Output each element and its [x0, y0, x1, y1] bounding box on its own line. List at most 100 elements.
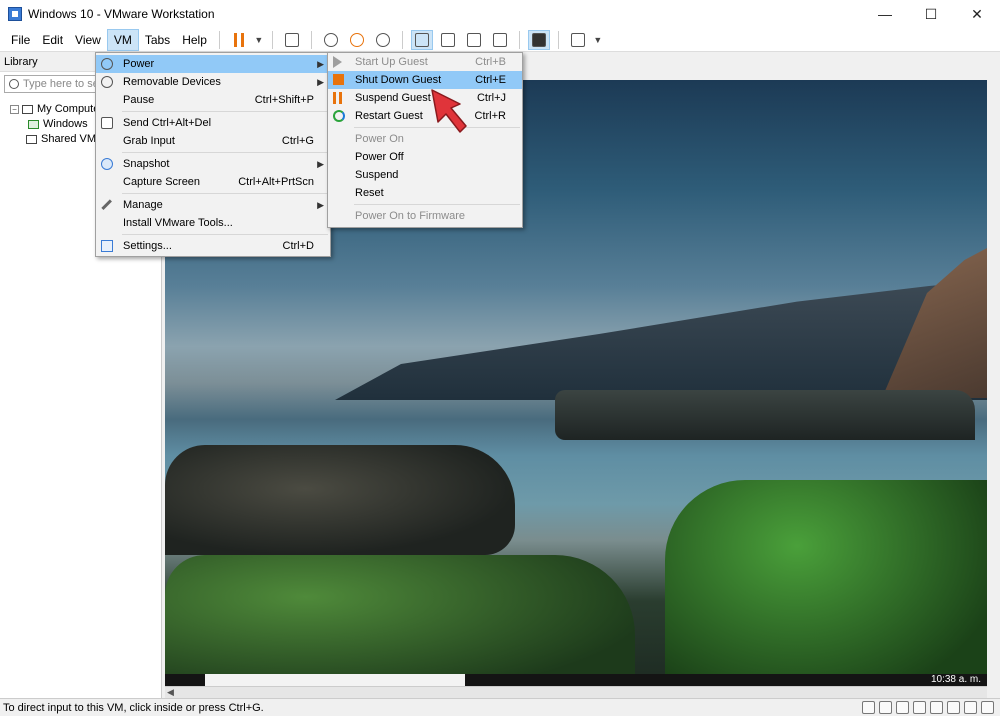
usb-icon[interactable]: [913, 701, 926, 714]
shortcut-label: Ctrl+R: [474, 110, 506, 122]
fullscreen-toolbar-button[interactable]: [463, 30, 485, 50]
menu-separator: [354, 204, 520, 205]
vm-menu-install-tools[interactable]: Install VMware Tools...: [96, 214, 330, 232]
revert-snapshot-toolbar-button[interactable]: [346, 30, 368, 50]
vm-menu-snapshot-label: Snapshot: [123, 158, 170, 170]
window-title: Windows 10 - VMware Workstation: [28, 7, 215, 21]
unity-toolbar-button[interactable]: [489, 30, 511, 50]
hard-disk-icon[interactable]: [862, 701, 875, 714]
vm-menu-capture-screen-label: Capture Screen: [123, 176, 201, 188]
power-menu-reset-label: Reset: [355, 187, 384, 199]
library-search-placeholder: Type here to se: [23, 78, 99, 90]
collapse-icon[interactable]: −: [10, 105, 19, 114]
suspend-toolbar-button[interactable]: [228, 30, 250, 50]
revert-icon: [349, 32, 364, 47]
power-menu-suspend-guest[interactable]: Suspend Guest Ctrl+J: [328, 89, 522, 107]
tree-label-windows-vm: Windows: [43, 118, 88, 130]
power-icon: [101, 58, 113, 70]
shortcut-label: Ctrl+E: [475, 74, 506, 86]
menu-help[interactable]: Help: [176, 29, 213, 51]
console-view-toolbar-button[interactable]: [527, 29, 550, 50]
menu-separator: [122, 193, 328, 194]
keyboard-icon: [284, 32, 299, 47]
toolbar-separator: [310, 30, 312, 49]
vm-menu-removable-devices-label: Removable Devices: [123, 76, 221, 88]
vm-menu-grab-input[interactable]: Grab Input Ctrl+G: [96, 132, 330, 150]
vmware-app-icon: [8, 7, 22, 21]
power-menu-shut-down-guest-label: Shut Down Guest: [355, 74, 442, 86]
network-icon[interactable]: [896, 701, 909, 714]
wallpaper-rock: [165, 445, 515, 555]
toolbar-separator: [271, 30, 273, 49]
power-submenu: Start Up Guest Ctrl+B Shut Down Guest Ct…: [327, 52, 523, 228]
menu-file[interactable]: File: [5, 29, 36, 51]
vm-menu-pause[interactable]: Pause Ctrl+Shift+P: [96, 91, 330, 109]
power-menu-start-up-guest[interactable]: Start Up Guest Ctrl+B: [328, 53, 522, 71]
scroll-left-icon[interactable]: ◀: [167, 687, 174, 698]
stop-icon: [333, 74, 344, 85]
vm-menu-send-cad-label: Send Ctrl+Alt+Del: [123, 117, 212, 129]
computer-icon: [22, 105, 33, 114]
stretch-dropdown-chevron-icon[interactable]: ▼: [593, 30, 603, 50]
power-menu-reset[interactable]: Reset: [328, 184, 522, 202]
guest-clock: 10:38 a. m.: [930, 674, 981, 685]
menu-bar: File Edit View VM Tabs Help ▼ ▼: [0, 28, 1000, 52]
cd-drive-icon[interactable]: [879, 701, 892, 714]
vm-menu: Power ▶ Removable Devices ▶ Pause Ctrl+S…: [95, 52, 331, 257]
toolbar-separator: [518, 30, 520, 49]
power-dropdown-chevron-icon[interactable]: ▼: [254, 30, 264, 50]
send-cad-toolbar-button[interactable]: [281, 30, 303, 50]
status-bar: To direct input to this VM, click inside…: [0, 698, 1000, 716]
restart-icon: [333, 110, 345, 122]
power-menu-suspend[interactable]: Suspend: [328, 166, 522, 184]
maximize-button[interactable]: ☐: [908, 0, 954, 28]
status-text: To direct input to this VM, click inside…: [3, 701, 264, 714]
power-menu-power-on-firmware[interactable]: Power On to Firmware: [328, 207, 522, 225]
menu-tabs[interactable]: Tabs: [139, 29, 176, 51]
title-bar: Windows 10 - VMware Workstation — ☐ ✕: [0, 0, 1000, 28]
power-menu-shut-down-guest[interactable]: Shut Down Guest Ctrl+E: [328, 71, 522, 89]
vm-menu-send-cad[interactable]: Send Ctrl+Alt+Del: [96, 114, 330, 132]
vm-menu-capture-screen[interactable]: Capture Screen Ctrl+Alt+PrtScn: [96, 173, 330, 191]
snapshot-manager-toolbar-button[interactable]: [372, 30, 394, 50]
close-button[interactable]: ✕: [954, 0, 1000, 28]
menu-edit[interactable]: Edit: [36, 29, 69, 51]
power-menu-power-off[interactable]: Power Off: [328, 148, 522, 166]
removable-devices-icon: [101, 76, 113, 88]
show-library-toolbar-button[interactable]: [410, 29, 433, 50]
horizontal-scrollbar[interactable]: ◀: [165, 686, 987, 698]
shortcut-label: Ctrl+G: [281, 135, 314, 147]
pause-icon: [333, 92, 342, 104]
menu-view[interactable]: View: [69, 29, 107, 51]
submenu-arrow-icon: ▶: [317, 59, 324, 69]
thumbnail-bar-toolbar-button[interactable]: [437, 30, 459, 50]
toolbar-separator: [557, 30, 559, 49]
vm-menu-pause-label: Pause: [123, 94, 155, 106]
minimize-button[interactable]: —: [862, 0, 908, 28]
window-controls: — ☐ ✕: [862, 0, 1000, 28]
menu-vm[interactable]: VM: [106, 28, 139, 51]
printer-icon[interactable]: [947, 701, 960, 714]
red-pointer-arrow-icon: [431, 89, 467, 133]
power-menu-power-on[interactable]: Power On: [328, 130, 522, 148]
messages-icon[interactable]: [981, 701, 994, 714]
sound-icon[interactable]: [930, 701, 943, 714]
display-icon[interactable]: [964, 701, 977, 714]
vm-menu-power[interactable]: Power ▶: [96, 55, 330, 73]
power-menu-restart-guest-label: Restart Guest: [355, 110, 423, 122]
snapshot-manager-icon: [375, 32, 390, 47]
vm-menu-snapshot[interactable]: Snapshot ▶: [96, 155, 330, 173]
vm-menu-removable-devices[interactable]: Removable Devices ▶: [96, 73, 330, 91]
vm-menu-manage[interactable]: Manage ▶: [96, 196, 330, 214]
vm-menu-manage-label: Manage: [123, 199, 163, 211]
snapshot-toolbar-button[interactable]: [320, 30, 342, 50]
stretch-icon: [570, 32, 585, 47]
guest-taskbar-search[interactable]: [205, 674, 465, 686]
shortcut-label: Ctrl+Alt+PrtScn: [238, 176, 314, 188]
power-menu-suspend-guest-label: Suspend Guest: [355, 92, 431, 104]
library-icon: [414, 32, 429, 47]
vm-menu-settings[interactable]: Settings... Ctrl+D: [96, 237, 330, 255]
power-menu-power-off-label: Power Off: [355, 151, 404, 163]
stretch-toolbar-button[interactable]: [567, 30, 589, 50]
power-menu-restart-guest[interactable]: Restart Guest Ctrl+R: [328, 107, 522, 125]
